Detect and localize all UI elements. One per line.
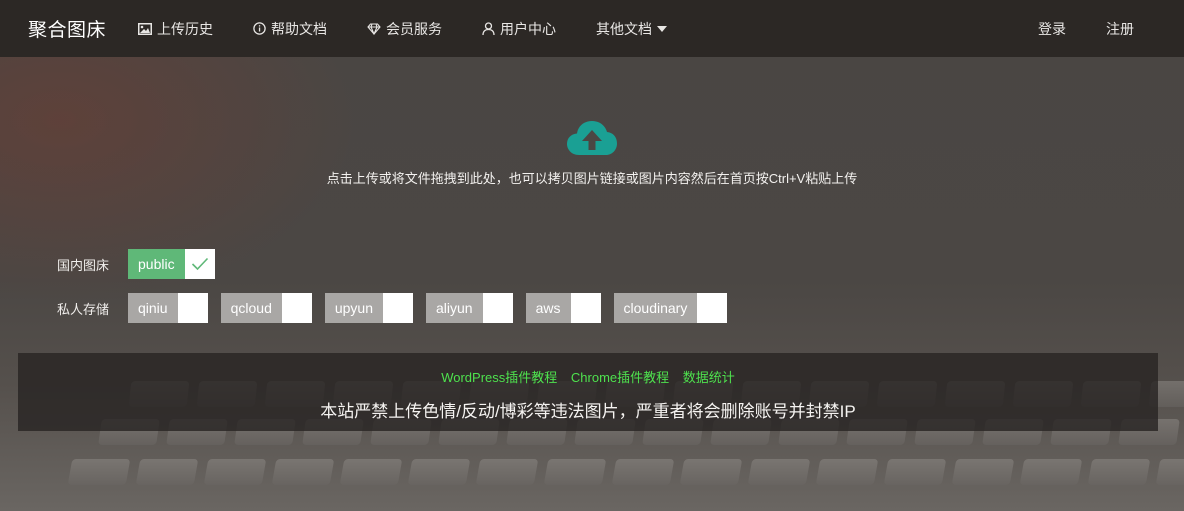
storage-option-aws-name: aws	[525, 293, 571, 323]
nav-help-docs-label: 帮助文档	[271, 20, 327, 37]
brand-logo[interactable]: 聚合图床	[28, 15, 138, 42]
keyboard-key	[67, 459, 131, 485]
legal-notice: 本站严禁上传色情/反动/博彩等违法图片，严重者将会删除账号并封禁IP	[320, 402, 856, 421]
checkbox-unchecked[interactable]	[281, 293, 312, 323]
user-icon	[482, 21, 495, 35]
footer-links: WordPress插件教程 Chrome插件教程 数据统计	[18, 367, 1158, 386]
keyboard-key	[203, 459, 267, 485]
nav-auth: 登录 注册	[998, 0, 1134, 57]
cloud-upload-icon[interactable]	[566, 120, 618, 156]
info-circle-icon	[253, 22, 266, 35]
keyboard-key	[679, 459, 743, 485]
checkbox-checked[interactable]	[184, 249, 215, 279]
keyboard-key	[475, 459, 539, 485]
keyboard-key	[1155, 459, 1184, 485]
nav-other-docs[interactable]: 其他文档	[596, 19, 667, 39]
keyboard-key	[883, 459, 947, 485]
caret-down-icon	[657, 25, 667, 32]
private-storage-label: 私人存储	[57, 301, 110, 317]
storage-option-aliyun[interactable]: aliyun	[426, 293, 513, 323]
nav-other-docs-label: 其他文档	[596, 20, 652, 37]
storage-option-qiniu[interactable]: qiniu	[128, 293, 208, 323]
keyboard-key	[747, 459, 811, 485]
upload-dropzone[interactable]: 点击上传或将文件拖拽到此处，也可以拷贝图片链接或图片内容然后在首页按Ctrl+V…	[0, 120, 1184, 187]
image-icon	[138, 22, 152, 35]
nav-upload-history[interactable]: 上传历史	[138, 19, 213, 39]
keyboard-key	[543, 459, 607, 485]
login-link[interactable]: 登录	[1038, 19, 1066, 39]
storage-option-aws[interactable]: aws	[525, 293, 601, 323]
info-panel: WordPress插件教程 Chrome插件教程 数据统计 本站严禁上传色情/反…	[18, 353, 1158, 431]
storage-option-cloudinary-name: cloudinary	[613, 293, 698, 323]
statistics-link[interactable]: 数据统计	[683, 370, 735, 385]
private-storage-row: 私人存储 qiniu qcloud upyun aliyun aws cloud…	[57, 293, 740, 323]
storage-option-public[interactable]: public	[128, 249, 215, 279]
nav-user-center-label: 用户中心	[500, 20, 556, 37]
wordpress-plugin-link[interactable]: WordPress插件教程	[441, 370, 557, 385]
keyboard-key	[1087, 459, 1151, 485]
nav-membership[interactable]: 会员服务	[367, 19, 442, 39]
keyboard-key	[407, 459, 471, 485]
checkbox-unchecked[interactable]	[570, 293, 601, 323]
domestic-storage-row: 国内图床 public	[57, 249, 228, 279]
checkbox-unchecked[interactable]	[383, 293, 414, 323]
register-link[interactable]: 注册	[1106, 19, 1134, 39]
check-icon	[191, 257, 208, 271]
nav-help-docs[interactable]: 帮助文档	[253, 19, 327, 39]
nav-membership-label: 会员服务	[386, 20, 442, 37]
storage-option-qcloud-name: qcloud	[220, 293, 282, 323]
storage-option-upyun-name: upyun	[324, 293, 384, 323]
keyboard-key	[951, 459, 1015, 485]
checkbox-unchecked[interactable]	[697, 293, 728, 323]
domestic-storage-label: 国内图床	[57, 257, 110, 273]
upload-hint: 点击上传或将文件拖拽到此处，也可以拷贝图片链接或图片内容然后在首页按Ctrl+V…	[326, 171, 858, 186]
keyboard-key	[135, 459, 199, 485]
keyboard-key-row	[67, 459, 1184, 485]
navbar: 聚合图床 上传历史 帮助文档 会员服务 用户中心 其他文档 登录 注册	[0, 0, 1184, 57]
keyboard-key	[271, 459, 335, 485]
storage-option-qcloud[interactable]: qcloud	[220, 293, 312, 323]
checkbox-unchecked[interactable]	[177, 293, 208, 323]
keyboard-key	[611, 459, 675, 485]
nav-upload-history-label: 上传历史	[157, 20, 213, 37]
chrome-plugin-link[interactable]: Chrome插件教程	[571, 370, 669, 385]
storage-option-qiniu-name: qiniu	[128, 293, 178, 323]
diamond-icon	[367, 22, 381, 35]
keyboard-key	[339, 459, 403, 485]
keyboard-key	[1019, 459, 1083, 485]
storage-option-aliyun-name: aliyun	[426, 293, 483, 323]
storage-option-upyun[interactable]: upyun	[324, 293, 414, 323]
storage-option-cloudinary[interactable]: cloudinary	[613, 293, 728, 323]
keyboard-key	[815, 459, 879, 485]
nav-user-center[interactable]: 用户中心	[482, 19, 556, 39]
storage-option-public-name: public	[128, 249, 185, 279]
checkbox-unchecked[interactable]	[482, 293, 513, 323]
